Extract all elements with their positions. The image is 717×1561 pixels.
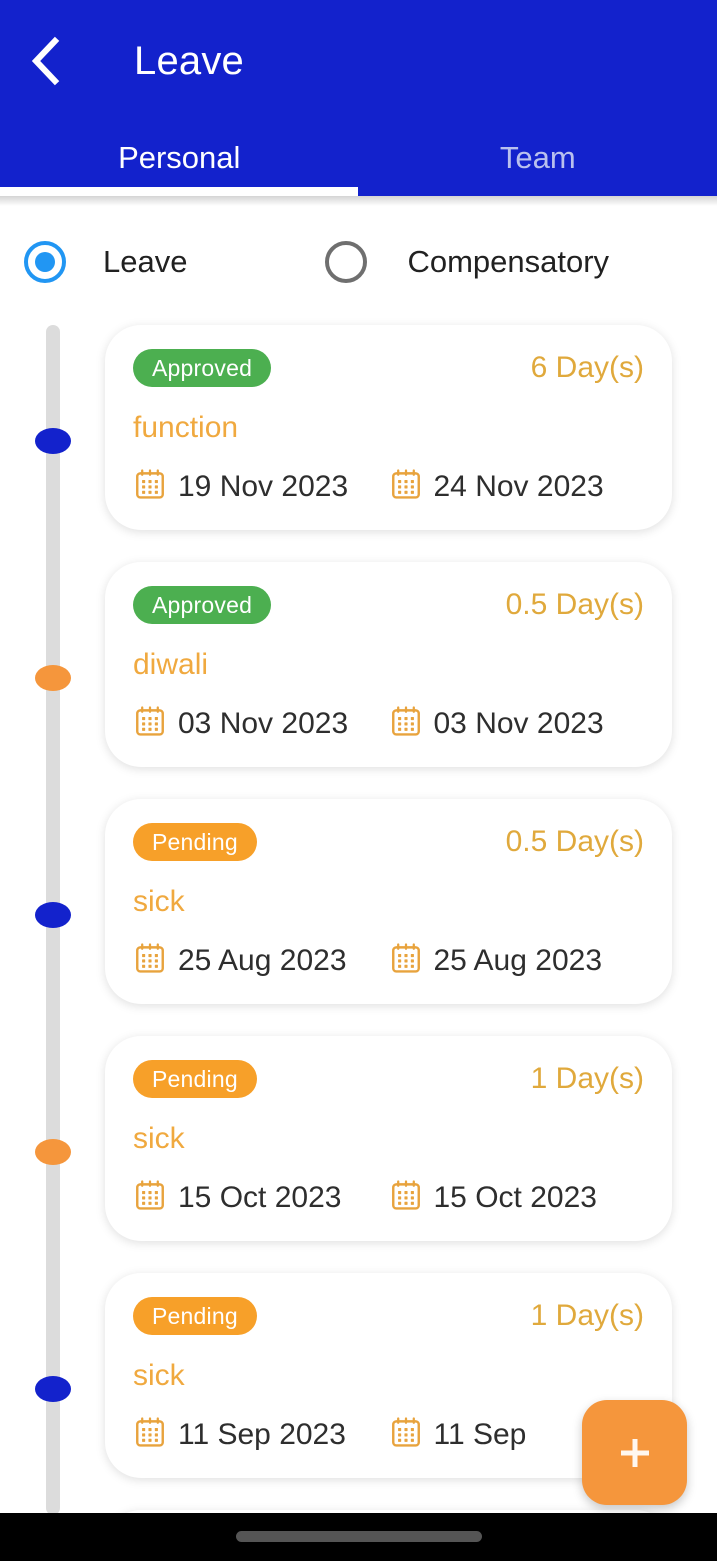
status-badge: Pending xyxy=(133,1297,257,1335)
leave-type: sick xyxy=(133,1359,185,1392)
active-tab-indicator xyxy=(0,187,358,196)
calendar-icon xyxy=(133,1178,167,1217)
leave-card-header: Approved 6 Day(s) xyxy=(133,347,644,389)
radio-leave-label: Leave xyxy=(103,244,188,279)
leave-card[interactable]: Pending 0.5 Day(s) sick 25 Aug 2023 25 A… xyxy=(105,799,672,1004)
radio-leave-icon xyxy=(24,241,66,283)
start-date: 19 Nov 2023 xyxy=(178,469,349,503)
calendar-icon xyxy=(133,704,167,743)
timeline-dot xyxy=(35,902,71,928)
home-indicator[interactable] xyxy=(235,1531,482,1542)
calendar-icon xyxy=(389,941,423,980)
start-date-cell: 19 Nov 2023 xyxy=(133,467,389,506)
start-date: 25 Aug 2023 xyxy=(178,943,347,977)
leave-date-row: 25 Aug 2023 25 Aug 2023 xyxy=(133,941,644,980)
app-header: Leave Personal Team xyxy=(0,0,717,196)
leave-card-header: Pending 1 Day(s) xyxy=(133,1058,644,1100)
leave-date-row: 19 Nov 2023 24 Nov 2023 xyxy=(133,467,644,506)
leave-card-header: Approved 0.5 Day(s) xyxy=(133,584,644,626)
chevron-left-icon xyxy=(28,36,62,86)
end-date-cell: 03 Nov 2023 xyxy=(389,704,645,743)
end-date: 24 Nov 2023 xyxy=(433,469,604,503)
start-date-cell: 15 Oct 2023 xyxy=(133,1178,389,1217)
days-count: 1 Day(s) xyxy=(530,1062,644,1095)
leave-type-filter: Leave Compensatory xyxy=(0,206,717,318)
end-date: 15 Oct 2023 xyxy=(433,1180,597,1214)
leave-type: function xyxy=(133,411,239,444)
days-count: 0.5 Day(s) xyxy=(505,825,644,858)
leave-type: diwali xyxy=(133,648,209,681)
leave-date-row: 03 Nov 2023 03 Nov 2023 xyxy=(133,704,644,743)
end-date: 03 Nov 2023 xyxy=(433,706,604,740)
leave-card[interactable]: Approved 6 Day(s) function 19 Nov 2023 2… xyxy=(105,325,672,530)
system-navigation-bar xyxy=(0,1513,717,1561)
end-date-cell: 15 Oct 2023 xyxy=(389,1178,645,1217)
days-count: 1 Day(s) xyxy=(530,1299,644,1332)
start-date-cell: 11 Sep 2023 xyxy=(133,1415,389,1454)
tab-team-label: Team xyxy=(499,140,576,175)
status-badge: Approved xyxy=(133,349,272,387)
leave-type: sick xyxy=(133,1122,185,1155)
leave-date-row: 15 Oct 2023 15 Oct 2023 xyxy=(133,1178,644,1217)
days-count: 0.5 Day(s) xyxy=(505,588,644,621)
end-date: 25 Aug 2023 xyxy=(433,943,603,977)
tab-team[interactable]: Team xyxy=(359,138,717,196)
timeline-dot xyxy=(35,1139,71,1165)
start-date-cell: 03 Nov 2023 xyxy=(133,704,389,743)
end-date: 11 Sep xyxy=(433,1417,527,1451)
leave-type: sick xyxy=(133,885,185,918)
page-title: Leave xyxy=(134,39,244,83)
radio-option-leave[interactable]: Leave xyxy=(24,241,187,283)
leave-date-row: 11 Sep 2023 11 Sep xyxy=(133,1415,644,1454)
leave-card-header: Pending 0.5 Day(s) xyxy=(133,821,644,863)
add-leave-button[interactable] xyxy=(582,1400,687,1505)
calendar-icon xyxy=(133,941,167,980)
status-badge: Pending xyxy=(133,1060,257,1098)
leave-card[interactable]: Approved 0.5 Day(s) diwali 03 Nov 2023 0… xyxy=(105,562,672,767)
app-screen: Leave Personal Team Leave Compensatory A… xyxy=(0,0,717,1561)
leave-card[interactable]: Pending 1 Day(s) sick xyxy=(105,1036,672,1241)
calendar-icon xyxy=(389,1178,423,1217)
calendar-icon xyxy=(389,704,423,743)
radio-compensatory-label: Compensatory xyxy=(407,244,610,279)
timeline-dot xyxy=(35,665,71,691)
back-button[interactable] xyxy=(17,32,73,90)
calendar-icon xyxy=(389,467,423,506)
status-badge: Approved xyxy=(133,586,272,624)
start-date-cell: 25 Aug 2023 xyxy=(133,941,389,980)
end-date-cell: 24 Nov 2023 xyxy=(389,467,645,506)
timeline-dot xyxy=(35,1376,71,1402)
start-date: 03 Nov 2023 xyxy=(178,706,349,740)
calendar-icon xyxy=(389,1415,423,1454)
tab-personal-label: Personal xyxy=(118,140,241,175)
radio-option-compensatory[interactable]: Compensatory xyxy=(325,241,609,283)
start-date: 11 Sep 2023 xyxy=(178,1417,346,1451)
header-shadow xyxy=(0,196,717,206)
leave-card-header: Pending 1 Day(s) xyxy=(133,1295,644,1337)
plus-icon xyxy=(612,1430,658,1476)
radio-compensatory-icon xyxy=(325,241,368,283)
calendar-icon xyxy=(133,1415,167,1454)
timeline-dot xyxy=(35,428,71,454)
start-date: 15 Oct 2023 xyxy=(178,1180,342,1214)
tab-bar: Personal Team xyxy=(0,138,717,196)
leave-timeline-list[interactable]: Approved 6 Day(s) function 19 Nov 2023 2… xyxy=(0,318,717,1513)
status-badge: Pending xyxy=(133,823,257,861)
radio-leave-dot xyxy=(35,252,55,272)
end-date-cell: 25 Aug 2023 xyxy=(389,941,645,980)
calendar-icon xyxy=(133,467,167,506)
days-count: 6 Day(s) xyxy=(530,351,644,384)
